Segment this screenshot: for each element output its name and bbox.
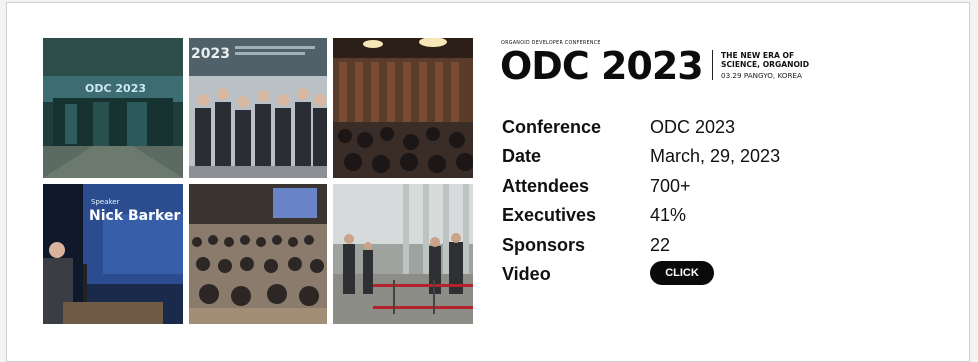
logo-tagline-line1: THE NEW ERA OF [721, 51, 795, 60]
fact-label: Conference [502, 117, 602, 137]
logo-title: ODC 2023 [500, 44, 704, 88]
photo-gallery: ODC 2023 2023 Speaker Nick Barker [43, 38, 473, 324]
facts-table: Conference ODC 2023 Date March, 29, 2023… [502, 117, 942, 293]
fact-value: ODC 2023 [650, 117, 736, 137]
fact-row-date: Date March, 29, 2023 [502, 146, 942, 175]
fact-row-conference: Conference ODC 2023 [502, 117, 942, 146]
group-photo[interactable]: 2023 [189, 38, 327, 178]
fact-label: Sponsors [502, 234, 586, 255]
entrance-sign-text: ODC 2023 [85, 82, 146, 95]
fact-value: March, 29, 2023 [650, 146, 781, 167]
logo-tagline-line2: SCIENCE, ORGANOID [721, 60, 810, 69]
speaker-title-text: Speaker [91, 198, 120, 206]
fact-value: 700+ [650, 175, 691, 196]
video-click-button[interactable]: CLICK [650, 260, 714, 285]
fact-label: Date [502, 146, 542, 167]
logo-divider [712, 50, 713, 80]
logo-subline: 03.29 PANGYO, KOREA [721, 71, 802, 80]
conference-card: ODC 2023 2023 Speaker Nick Barker ORGANO… [6, 2, 970, 362]
fact-label: Executives [502, 205, 597, 226]
hall-photo[interactable] [189, 184, 327, 324]
lobby-photo[interactable] [333, 184, 473, 324]
fact-row-attendees: Attendees 700+ [502, 176, 942, 205]
fact-value: 22 [650, 234, 671, 255]
speaker-name-text: Nick Barker [89, 208, 180, 224]
audience-photo[interactable] [333, 38, 473, 178]
odc-logo: ORGANOID DEVELOPER CONFERENCE ODC 2023 T… [500, 39, 941, 88]
banner-year-text: 2023 [191, 46, 230, 62]
speaker-photo[interactable]: Speaker Nick Barker [43, 184, 183, 324]
fact-row-sponsors: Sponsors 22 [502, 235, 942, 264]
fact-value: 41% [650, 205, 687, 226]
fact-row-video: Video CLICK [502, 260, 942, 293]
logo-tagline: THE NEW ERA OF SCIENCE, ORGANOID [721, 51, 809, 69]
fact-label: Video [502, 263, 551, 284]
fact-label: Attendees [502, 175, 590, 196]
venue-entrance-photo[interactable]: ODC 2023 [43, 38, 183, 178]
conference-info: ORGANOID DEVELOPER CONFERENCE ODC 2023 T… [500, 39, 941, 285]
fact-row-executives: Executives 41% [502, 205, 942, 234]
